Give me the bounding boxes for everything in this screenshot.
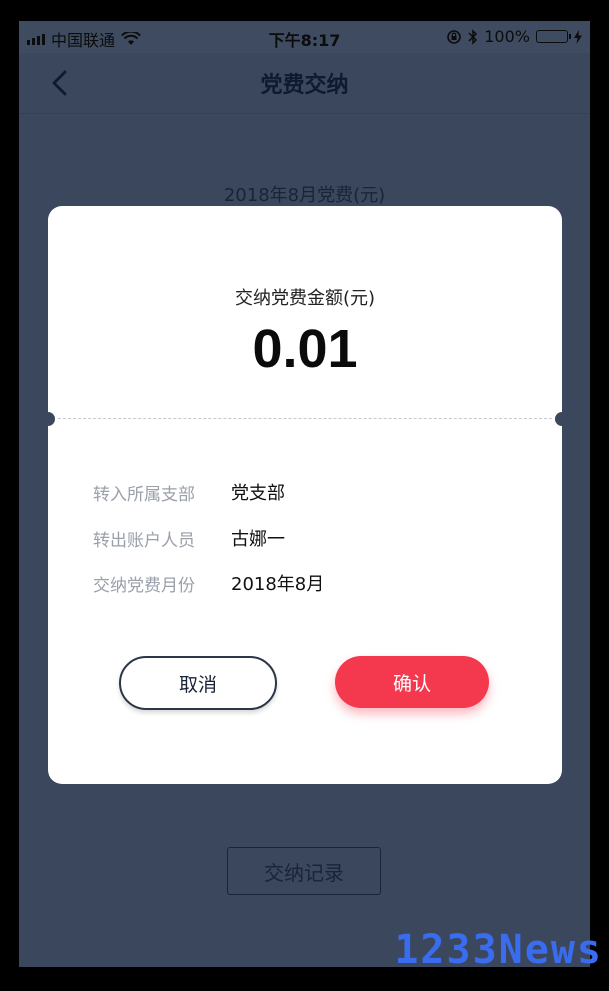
battery-percent: 100% bbox=[484, 27, 530, 46]
info-value: 2018年8月 bbox=[231, 574, 325, 595]
payment-history-button[interactable]: 交纳记录 bbox=[227, 847, 381, 895]
rotation-lock-icon bbox=[447, 29, 462, 44]
info-row-payer: 转出账户人员 古娜一 bbox=[93, 525, 285, 551]
info-value: 古娜一 bbox=[231, 529, 285, 550]
ticket-notch-left bbox=[41, 412, 55, 426]
info-value: 党支部 bbox=[231, 483, 285, 504]
watermark-text: 1233News bbox=[394, 927, 603, 973]
amount-label: 交纳党费金额(元) bbox=[234, 288, 376, 309]
cancel-button[interactable]: 取消 bbox=[119, 656, 277, 710]
nav-bar: 党费交纳 bbox=[19, 53, 590, 114]
month-fee-label: 2018年8月党费(元) bbox=[223, 185, 386, 206]
ticket-notch-right bbox=[555, 412, 569, 426]
info-label: 转入所属支部 bbox=[93, 484, 195, 505]
status-right: 100% bbox=[446, 27, 582, 46]
amount-value: 0.01 bbox=[252, 319, 358, 379]
payment-confirm-dialog: 交纳党费金额(元) 0.01 转入所属支部 党支部 转出账户人员 古娜一 交纳党… bbox=[41, 206, 569, 784]
info-row-month: 交纳党费月份 2018年8月 bbox=[93, 570, 324, 596]
info-row-branch: 转入所属支部 党支部 bbox=[93, 479, 285, 505]
battery-icon bbox=[536, 30, 571, 43]
confirm-button[interactable]: 确认 bbox=[335, 656, 489, 708]
status-bar: 中国联通 下午8:17 100% bbox=[19, 21, 590, 53]
phone-screen: 中国联通 下午8:17 100% 党费交纳 2018年8月党费(元) 交纳记录 … bbox=[19, 21, 590, 967]
dashed-divider bbox=[58, 418, 552, 419]
bluetooth-icon bbox=[468, 28, 478, 45]
charging-icon bbox=[574, 29, 582, 44]
info-label: 交纳党费月份 bbox=[93, 575, 195, 596]
info-label: 转出账户人员 bbox=[93, 530, 195, 551]
page-title: 党费交纳 bbox=[260, 73, 349, 98]
